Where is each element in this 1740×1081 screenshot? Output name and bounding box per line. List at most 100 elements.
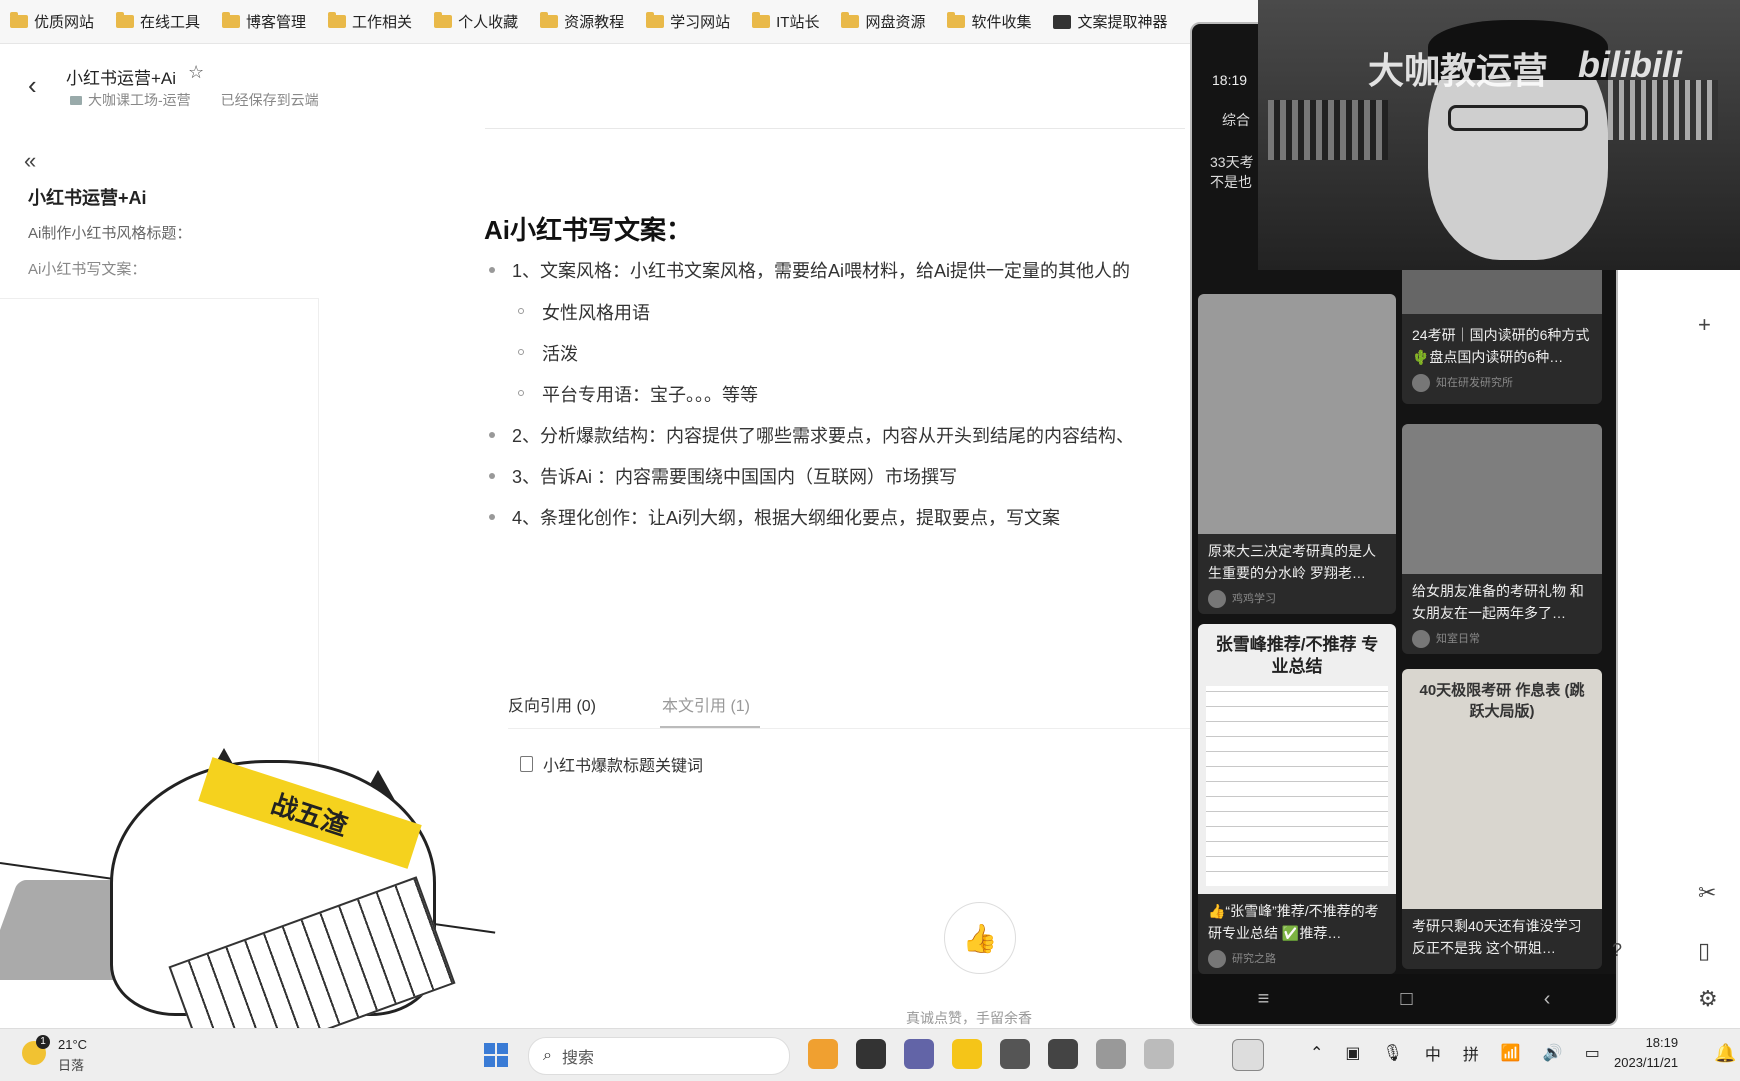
- bookmark-item[interactable]: IT站长: [752, 11, 819, 32]
- tray-app-icon[interactable]: ▣: [1345, 1043, 1360, 1063]
- temperature[interactable]: 21°C: [58, 1037, 87, 1052]
- tab-backlinks[interactable]: 反向引用 (0): [508, 692, 596, 716]
- volume-icon[interactable]: 🔊: [1543, 1043, 1563, 1063]
- phone-status-time: 18:19: [1212, 72, 1248, 88]
- thumbs-up-icon: 👍: [962, 922, 998, 954]
- list-item: 3、告诉Ai ：内容需要围绕中国国内（互联网）市场撰写: [512, 467, 958, 487]
- list-item: 平台专用语：宝子。。。等等: [542, 385, 758, 405]
- folder-icon: [752, 12, 771, 28]
- outline-item[interactable]: Ai小红书写文案：: [28, 258, 146, 279]
- folder-icon: [540, 12, 559, 28]
- card-author: 知室日常: [1412, 630, 1480, 649]
- card-title: 👍“张雪峰”推荐/不推荐的考研专业总结 ✅推荐…: [1208, 903, 1379, 941]
- outline-title[interactable]: 小红书运营+Ai: [28, 184, 147, 210]
- app-icon[interactable]: [856, 1039, 886, 1069]
- ime-language[interactable]: 中: [1425, 1041, 1441, 1065]
- phone-tab-all[interactable]: 综合: [1222, 110, 1250, 130]
- back-button[interactable]: ‹: [28, 70, 37, 101]
- feed-snippet: 33天考 不是也: [1210, 154, 1254, 190]
- bookmark-item[interactable]: 优质网站: [10, 11, 94, 32]
- battery-icon[interactable]: ▭: [1585, 1043, 1600, 1063]
- bookmark-item[interactable]: 软件收集: [947, 11, 1031, 32]
- search-input[interactable]: 搜索: [562, 1044, 594, 1068]
- phone-link-icon[interactable]: [1232, 1039, 1264, 1071]
- folder-icon: [646, 12, 665, 28]
- card-title: 原来大三决定考研真的是人生重要的分水岭 罗翔老…: [1208, 543, 1376, 581]
- avatar: [1208, 590, 1226, 609]
- ime-mode[interactable]: 拼: [1463, 1041, 1479, 1065]
- app-icon[interactable]: [1048, 1039, 1078, 1069]
- reference-link[interactable]: 小红书爆款标题关键词: [520, 752, 703, 776]
- bookmark-item[interactable]: 博客管理: [222, 11, 306, 32]
- card-image: 张雪峰推荐/不推荐 专业总结: [1198, 624, 1396, 894]
- card-author: 知在研发研究所: [1412, 374, 1513, 393]
- card-title: 给女朋友准备的考研礼物 和女朋友在一起两年多了…: [1412, 583, 1584, 621]
- notification-icon[interactable]: 🔔: [1714, 1043, 1736, 1064]
- divider: [508, 728, 1198, 729]
- feed-card[interactable]: 原来大三决定考研真的是人生重要的分水岭 罗翔老… 鸡鸡学习: [1198, 294, 1396, 614]
- app-icon[interactable]: [1096, 1039, 1126, 1069]
- weather-desc[interactable]: 日落: [58, 1055, 84, 1074]
- back-icon[interactable]: ‹: [1544, 988, 1551, 1011]
- scissors-icon[interactable]: ✂: [1698, 880, 1716, 906]
- doc-title[interactable]: 小红书运营+Ai: [66, 64, 176, 89]
- avatar: [1208, 950, 1226, 969]
- breadcrumb-folder[interactable]: 大咖课工场-运营: [88, 90, 191, 110]
- doc-header: ‹ 小红书运营+Ai ☆ 大咖课工场-运营 已经保存到云端: [0, 44, 1200, 124]
- panel-icon[interactable]: ▯: [1698, 938, 1710, 964]
- saved-status: 已经保存到云端: [220, 92, 319, 108]
- bookmark-label: 学习网站: [670, 14, 731, 31]
- app-icon: [1053, 14, 1072, 29]
- folder-icon: [70, 95, 82, 105]
- file-explorer-icon[interactable]: [952, 1039, 982, 1069]
- app-icon[interactable]: [1000, 1039, 1030, 1069]
- list-item: 活泼: [542, 344, 578, 364]
- like-button[interactable]: 👍: [944, 902, 1016, 974]
- microphone-icon[interactable]: 🎙: [1383, 1043, 1403, 1063]
- clock[interactable]: 18:19 2023/11/21: [1614, 1033, 1678, 1073]
- wifi-icon[interactable]: 📶: [1501, 1043, 1521, 1063]
- taskbar: 1 21°C 日落 ⌕ 搜索 ⌃ ▣ 🎙 中 拼 📶 🔊 ▭ 18:19 202…: [0, 1028, 1740, 1081]
- home-icon[interactable]: □: [1400, 988, 1412, 1011]
- chevron-up-icon[interactable]: ⌃: [1310, 1043, 1323, 1063]
- author-name: 研究之路: [1232, 953, 1276, 965]
- feed-card[interactable]: 40天极限考研 作息表 (跳跃大局版) 考研只剩40天还有谁没学习 反正不是我 …: [1402, 669, 1602, 969]
- add-icon[interactable]: +: [1698, 312, 1711, 338]
- sub-bullet: [518, 390, 524, 396]
- bookmark-item[interactable]: 个人收藏: [434, 11, 518, 32]
- feed-card[interactable]: 给女朋友准备的考研礼物 和女朋友在一起两年多了… 知室日常: [1402, 424, 1602, 654]
- bookmark-label: 优质网站: [34, 14, 95, 31]
- feed-card[interactable]: 张雪峰推荐/不推荐 专业总结 👍“张雪峰”推荐/不推荐的考研专业总结 ✅推荐… …: [1198, 624, 1396, 974]
- bookmark-item[interactable]: 资源教程: [540, 11, 624, 32]
- bookmark-label: 软件收集: [971, 14, 1032, 31]
- help-icon[interactable]: ?: [1612, 940, 1622, 961]
- app-icon[interactable]: [1144, 1039, 1174, 1069]
- section-heading: Ai小红书写文案：: [484, 215, 693, 245]
- bookmark-item[interactable]: 网盘资源: [841, 11, 925, 32]
- card-image: [1198, 294, 1396, 534]
- collapse-sidebar-icon[interactable]: «: [24, 148, 36, 174]
- card-author: 鸡鸡学习: [1208, 590, 1276, 609]
- taskbar-search[interactable]: ⌕ 搜索: [528, 1037, 790, 1075]
- bookmark-label: 个人收藏: [458, 14, 519, 31]
- outline-item[interactable]: Ai制作小红书风格标题：: [28, 222, 191, 243]
- sub-bullet: [518, 308, 524, 314]
- card-title: 24考研｜国内读研的6种方式 🌵盘点国内读研的6种…: [1412, 327, 1590, 365]
- app-icon[interactable]: [808, 1039, 838, 1069]
- system-tray: ⌃ ▣ 🎙 中 拼 📶 🔊 ▭: [1310, 1041, 1622, 1065]
- start-button[interactable]: [484, 1043, 508, 1067]
- bookmark-item[interactable]: 在线工具: [116, 11, 200, 32]
- webcam-overlay: 大咖教运营 bilibili: [1258, 0, 1740, 270]
- bookmark-label: IT站长: [776, 14, 820, 31]
- tab-inline-refs[interactable]: 本文引用 (1): [662, 692, 750, 716]
- clock-time: 18:19: [1645, 1035, 1679, 1050]
- bookmark-item[interactable]: 学习网站: [646, 11, 730, 32]
- menu-icon[interactable]: ≡: [1258, 988, 1270, 1011]
- settings-icon[interactable]: ⚙: [1698, 986, 1718, 1012]
- poster-title: 40天极限考研 作息表 (跳跃大局版): [1419, 682, 1585, 720]
- card-title: 考研只剩40天还有谁没学习 反正不是我 这个研姐…: [1412, 918, 1582, 956]
- star-icon[interactable]: ☆: [188, 62, 204, 83]
- teams-icon[interactable]: [904, 1039, 934, 1069]
- bookmark-item[interactable]: 文案提取神器: [1053, 11, 1168, 32]
- bookmark-item[interactable]: 工作相关: [328, 11, 412, 32]
